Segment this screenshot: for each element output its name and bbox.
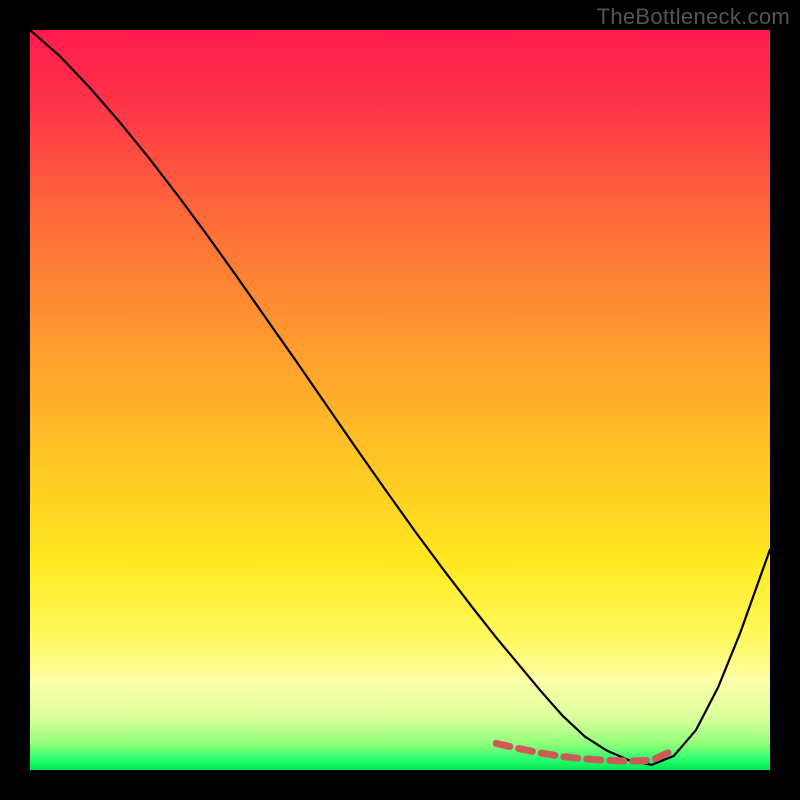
curve-layer [30,30,770,770]
chart-frame: TheBottleneck.com [0,0,800,800]
plot-area [30,30,770,770]
watermark-text: TheBottleneck.com [597,4,790,30]
valley-marker [496,743,674,761]
bottleneck-curve [30,30,770,765]
